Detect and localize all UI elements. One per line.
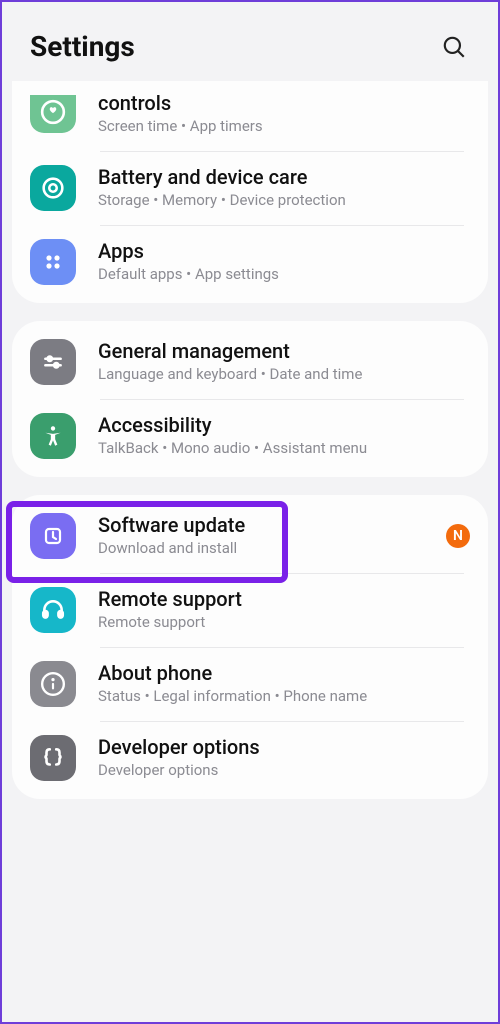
settings-row-apps[interactable]: Apps Default apps • App settings <box>12 225 488 299</box>
row-texts: About phone Status • Legal information •… <box>98 661 470 707</box>
row-texts: Apps Default apps • App settings <box>98 239 470 285</box>
update-icon <box>30 513 76 559</box>
row-subtitle: Default apps • App settings <box>98 265 470 285</box>
settings-group: Software update Download and install N R… <box>12 495 488 799</box>
row-title: Accessibility <box>98 413 470 437</box>
headset-icon <box>30 587 76 633</box>
row-title: controls <box>98 91 470 115</box>
apps-grid-icon <box>30 239 76 285</box>
row-subtitle: Status • Legal information • Phone name <box>98 687 470 707</box>
heart-circle-icon <box>30 95 76 133</box>
settings-row-controls[interactable]: controls Screen time • App timers <box>12 85 488 151</box>
sliders-icon <box>30 339 76 385</box>
row-subtitle: Screen time • App timers <box>98 117 470 137</box>
row-title: About phone <box>98 661 470 685</box>
row-subtitle: Download and install <box>98 539 438 559</box>
row-title: Remote support <box>98 587 470 611</box>
settings-row-general[interactable]: General management Language and keyboard… <box>12 325 488 399</box>
row-subtitle: Developer options <box>98 761 470 781</box>
row-subtitle: TalkBack • Mono audio • Assistant menu <box>98 439 470 459</box>
settings-row-about-phone[interactable]: About phone Status • Legal information •… <box>12 647 488 721</box>
row-title: Developer options <box>98 735 470 759</box>
row-texts: Developer options Developer options <box>98 735 470 781</box>
settings-group: controls Screen time • App timers Batter… <box>12 81 488 303</box>
settings-row-developer-options[interactable]: Developer options Developer options <box>12 721 488 795</box>
accessibility-icon <box>30 413 76 459</box>
row-texts: General management Language and keyboard… <box>98 339 470 385</box>
page-title: Settings <box>30 30 135 63</box>
row-title: Apps <box>98 239 470 263</box>
row-texts: Battery and device care Storage • Memory… <box>98 165 470 211</box>
battery-care-icon <box>30 165 76 211</box>
row-subtitle: Storage • Memory • Device protection <box>98 191 470 211</box>
row-subtitle: Language and keyboard • Date and time <box>98 365 470 385</box>
row-subtitle: Remote support <box>98 613 470 633</box>
settings-row-remote-support[interactable]: Remote support Remote support <box>12 573 488 647</box>
row-texts: controls Screen time • App timers <box>98 91 470 137</box>
row-texts: Accessibility TalkBack • Mono audio • As… <box>98 413 470 459</box>
settings-row-accessibility[interactable]: Accessibility TalkBack • Mono audio • As… <box>12 399 488 473</box>
row-title: Software update <box>98 513 438 537</box>
braces-icon <box>30 735 76 781</box>
settings-group: General management Language and keyboard… <box>12 321 488 477</box>
settings-row-battery[interactable]: Battery and device care Storage • Memory… <box>12 151 488 225</box>
row-title: General management <box>98 339 470 363</box>
search-button[interactable] <box>438 31 470 63</box>
row-texts: Remote support Remote support <box>98 587 470 633</box>
search-icon <box>441 34 467 60</box>
settings-row-software-update[interactable]: Software update Download and install N <box>12 499 488 573</box>
row-texts: Software update Download and install <box>98 513 438 559</box>
row-title: Battery and device care <box>98 165 470 189</box>
header: Settings <box>2 2 498 81</box>
info-icon <box>30 661 76 707</box>
notification-badge: N <box>446 524 470 548</box>
